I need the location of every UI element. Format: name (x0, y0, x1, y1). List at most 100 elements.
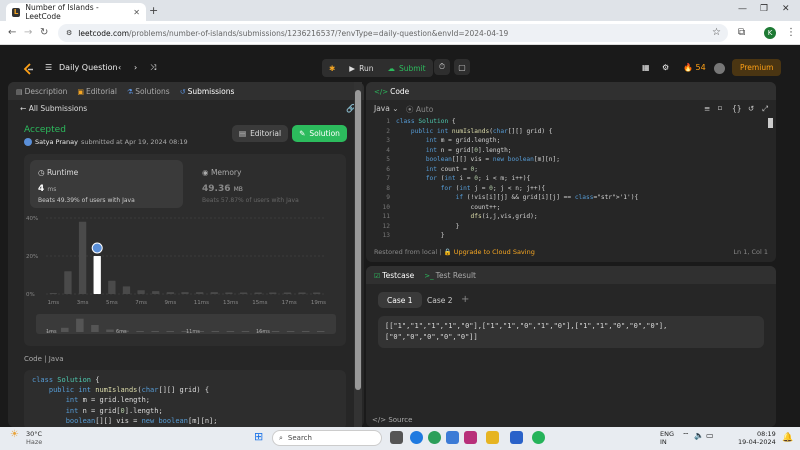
window-close-icon[interactable]: ✕ (782, 4, 790, 14)
notes-list-icon[interactable]: ≡ (704, 104, 710, 113)
minimize-icon[interactable]: — (738, 4, 747, 14)
line-number: 5 (386, 156, 390, 163)
whatsapp-icon[interactable] (532, 431, 545, 444)
store-icon[interactable] (446, 431, 459, 444)
tab-code[interactable]: </> Code (374, 87, 409, 96)
runtime-card[interactable]: ◷ Runtime 4 ms Beats 49.39% of users wit… (30, 160, 183, 208)
layout-grid-icon[interactable]: ▦ (642, 63, 650, 72)
tab-testcase[interactable]: ☑ Testcase (374, 271, 414, 280)
case-1-tab[interactable]: Case 1 (378, 292, 422, 308)
code-editor[interactable]: 1 class Solution {2 public int numIslands… (366, 118, 776, 240)
chrome-browser-icon[interactable] (428, 431, 441, 444)
case-2-tab[interactable]: Case 2 (418, 292, 462, 308)
format-code-icon[interactable]: {} (732, 104, 742, 113)
solution-button[interactable]: ✎ Solution (292, 125, 347, 142)
premium-button[interactable]: Premium (732, 59, 782, 76)
vscode-icon[interactable] (510, 431, 523, 444)
memory-label[interactable]: ◉ Memory (202, 168, 241, 177)
scroll-thumb[interactable] (355, 90, 361, 390)
x-tick-label: 17ms (282, 300, 297, 306)
auto-mode-toggle[interactable]: ⦿ Auto (406, 104, 433, 115)
testcase-input[interactable]: [["1","1","1","1","0"],["1","1","0","1",… (378, 316, 764, 348)
language-select[interactable]: Java ⌄ (374, 104, 399, 113)
clock-time: 08:19 (757, 430, 776, 438)
cloud-saving-link[interactable]: 🔒 Upgrade to Cloud Saving (444, 248, 535, 256)
book-icon: ▤ (238, 129, 247, 138)
daily-question-label[interactable]: Daily Question (59, 63, 118, 72)
debug-button[interactable]: ✱ (322, 59, 343, 77)
bookmark-icon[interactable]: ⌑ (718, 104, 722, 113)
code-line: int m = grid.length; (425, 137, 501, 144)
browser-tab[interactable]: L Number of Islands - LeetCode ✕ (6, 3, 146, 21)
code-line: } (396, 222, 460, 230)
source-label: Source (388, 416, 413, 424)
edge-browser-icon[interactable] (410, 431, 423, 444)
back-icon[interactable]: ← (8, 27, 16, 38)
submit-button[interactable]: ☁ Submit (380, 59, 433, 77)
left-scrollbar[interactable] (354, 82, 362, 427)
code-tab-label: Code (390, 86, 410, 96)
streak-counter[interactable]: 🔥 54 (683, 63, 706, 72)
notifications-icon[interactable]: 🔔 (782, 433, 793, 443)
dev-app-icon[interactable] (464, 431, 477, 444)
shuffle-icon[interactable]: ⤨ (150, 63, 156, 73)
battery-icon: ▭ (706, 431, 714, 440)
add-case-icon[interactable]: + (461, 294, 469, 305)
editorial-button[interactable]: ▤ Editorial (232, 125, 288, 142)
file-explorer-icon[interactable] (486, 431, 499, 444)
system-clock[interactable]: 08:19 19-04-2024 (738, 430, 776, 446)
testcase-tab-label: Testcase (382, 270, 415, 280)
overview-bar (241, 331, 250, 332)
run-button[interactable]: ▶ Run (342, 59, 381, 77)
tab-description[interactable]: ▤ Description (16, 87, 67, 96)
url-path: /problems/number-of-islands/submissions/… (129, 28, 509, 38)
timer-icon[interactable]: ⏱ (434, 59, 450, 75)
site-info-icon[interactable]: ⚙ (66, 29, 72, 37)
system-tray[interactable]: ENG IN ⌔ 🔈 ▭ (660, 430, 714, 446)
notes-icon[interactable]: ▢ (454, 59, 470, 75)
code-line: boolean[][] vis = new boolean[m][n]; (65, 416, 218, 425)
next-question-icon[interactable]: › (134, 63, 137, 72)
source-toggle[interactable]: </> Source (372, 416, 412, 424)
close-tab-icon[interactable]: ✕ (133, 8, 140, 17)
x-tick-label: 9ms (165, 300, 177, 306)
browser-menu-icon[interactable]: ⋮ (786, 27, 796, 38)
runtime-unit: ms (47, 186, 57, 193)
problem-list-icon[interactable]: ☰ (45, 63, 52, 72)
runtime-label-text: Runtime (46, 168, 79, 177)
settings-gear-icon[interactable]: ⚙ (662, 63, 669, 72)
windows-start-icon[interactable]: ⊞ (254, 430, 267, 443)
tab-submissions[interactable]: ↺ Submissions (180, 87, 235, 96)
url-input[interactable]: ⚙ leetcode.com/problems/number-of-island… (58, 24, 728, 42)
weather-widget[interactable]: ☀ 30°C Haze (10, 430, 43, 447)
profile-avatar[interactable]: K (764, 27, 776, 39)
new-tab-button[interactable]: + (149, 4, 158, 17)
lock-icon: ⦿ (406, 105, 414, 114)
play-icon: ▶ (349, 63, 356, 73)
tab-test-result[interactable]: >_ Test Result (424, 271, 476, 280)
bookmark-star-icon[interactable]: ☆ (712, 27, 721, 38)
editor-scroll-thumb[interactable] (768, 118, 773, 128)
taskbar-search-label: Search (287, 434, 312, 442)
address-bar-row: ← → ↻ ⚙ leetcode.com/problems/number-of-… (0, 21, 800, 45)
tab-editorial[interactable]: ▣ Editorial (77, 87, 117, 96)
reset-icon[interactable]: ↺ (748, 104, 754, 113)
overview-label: 6ms (116, 329, 127, 335)
forward-icon[interactable]: → (24, 27, 32, 38)
y-tick-label: 40% (26, 216, 38, 222)
prev-question-icon[interactable]: ‹ (118, 63, 121, 72)
fullscreen-icon[interactable]: ⤢ (762, 104, 768, 114)
all-submissions-link[interactable]: ← All Submissions (20, 104, 87, 113)
taskbar-search[interactable]: ⌕ Search (272, 430, 382, 446)
author-name[interactable]: Satya Pranay (35, 138, 78, 146)
bar-2ms (64, 271, 72, 294)
task-view-icon[interactable] (390, 431, 403, 444)
user-avatar[interactable] (714, 63, 725, 74)
reload-icon[interactable]: ↻ (40, 27, 48, 38)
extensions-icon[interactable]: ⧉ (738, 27, 745, 38)
maximize-icon[interactable]: ❐ (760, 4, 768, 14)
weather-condition: Haze (26, 438, 43, 446)
leetcode-logo-icon[interactable] (22, 63, 34, 76)
tab-solutions[interactable]: ⚗ Solutions (127, 87, 170, 96)
author-avatar[interactable] (24, 138, 32, 146)
